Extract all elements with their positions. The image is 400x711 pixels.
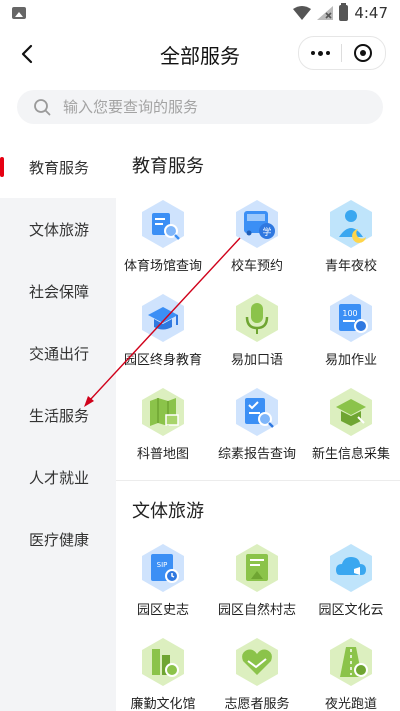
service-content: 教育服务 体育场馆查询 学 校车预约 青年夜校 园区终身教育 易加口语 100 …: [116, 136, 400, 711]
image-notification-icon: [12, 7, 26, 19]
status-icons: 4:47: [293, 3, 388, 22]
microphone-icon: [236, 294, 278, 342]
service-park-history[interactable]: SIP 园区史志: [116, 543, 210, 637]
sidebar-item-healthcare[interactable]: 医疗健康: [0, 508, 116, 570]
service-freshman-info[interactable]: 新生信息采集: [304, 387, 398, 481]
student-info-icon: [330, 388, 372, 436]
service-lifelong-education[interactable]: 园区终身教育: [116, 293, 210, 387]
service-label: 园区自然村志: [217, 603, 296, 618]
service-stadium-query[interactable]: 体育场馆查询: [116, 199, 210, 293]
sidebar-item-culture-tourism[interactable]: 文体旅游: [0, 198, 116, 260]
service-oral-english[interactable]: 易加口语: [210, 293, 304, 387]
sidebar-item-social-security[interactable]: 社会保障: [0, 260, 116, 322]
service-label: 园区终身教育: [123, 353, 202, 368]
service-label: 园区文化云: [318, 603, 384, 618]
service-label: 易加口语: [230, 353, 283, 368]
report-search-icon: [236, 388, 278, 436]
sidebar-item-life-services[interactable]: 生活服务: [0, 384, 116, 446]
service-science-map[interactable]: 科普地图: [116, 387, 210, 481]
section-title-education: 教育服务: [132, 156, 204, 177]
service-label: 体育场馆查询: [123, 259, 202, 274]
service-label: 廉勤文化馆: [130, 697, 196, 711]
sidebar-item-education[interactable]: 教育服务: [0, 136, 116, 198]
badge-text: SIP: [157, 561, 168, 569]
search-area: [0, 80, 400, 136]
no-signal-icon: [317, 6, 334, 20]
sidebar-item-label: 交通出行: [29, 344, 90, 363]
school-bus-icon: 学: [236, 200, 278, 248]
service-culture-cloud[interactable]: 园区文化云: [304, 543, 398, 637]
mini-program-capsule: [298, 36, 386, 70]
sidebar-item-label: 教育服务: [29, 158, 90, 177]
sidebar-item-employment[interactable]: 人才就业: [0, 446, 116, 508]
service-volunteer[interactable]: 志愿者服务: [210, 637, 304, 711]
handshake-icon: [236, 638, 278, 686]
service-homework[interactable]: 100 易加作业: [304, 293, 398, 387]
stadium-search-icon: [142, 200, 184, 248]
status-time: 4:47: [354, 4, 388, 22]
status-bar: 4:47: [0, 0, 400, 28]
service-school-bus[interactable]: 学 校车预约: [210, 199, 304, 293]
history-book-icon: SIP: [142, 544, 184, 592]
service-label: 志愿者服务: [224, 697, 290, 711]
section-divider: [116, 480, 400, 481]
search-input[interactable]: [61, 97, 365, 117]
sidebar-item-label: 文体旅游: [29, 220, 90, 239]
sidebar-item-transportation[interactable]: 交通出行: [0, 322, 116, 384]
battery-icon: [339, 3, 349, 21]
search-bar[interactable]: [17, 90, 383, 124]
service-integrity-museum[interactable]: 廉勤文化馆: [116, 637, 210, 711]
more-button[interactable]: [299, 37, 341, 69]
more-dots-icon: [310, 51, 315, 55]
night-school-icon: [330, 200, 372, 248]
wifi-icon: [293, 6, 312, 20]
category-sidebar: 教育服务 文体旅游 社会保障 交通出行 生活服务 人才就业 医疗健康: [0, 136, 116, 711]
service-label: 校车预约: [230, 259, 283, 274]
graduation-cap-icon: [142, 294, 184, 342]
target-circle-icon: [354, 44, 372, 62]
sidebar-item-label: 生活服务: [29, 406, 90, 425]
badge-text: 100: [342, 309, 357, 318]
homework-icon: 100: [330, 294, 372, 342]
service-label: 科普地图: [136, 447, 189, 462]
service-youth-night-school[interactable]: 青年夜校: [304, 199, 398, 293]
service-label: 综素报告查询: [217, 447, 296, 462]
building-icon: [142, 638, 184, 686]
map-icon: [142, 388, 184, 436]
culture-cloud-icon: [330, 544, 372, 592]
service-label: 园区史志: [136, 603, 189, 618]
sidebar-item-label: 社会保障: [29, 282, 90, 301]
sidebar-item-label: 医疗健康: [29, 530, 90, 549]
service-label: 青年夜校: [324, 259, 377, 274]
service-label: 夜光跑道: [324, 697, 377, 711]
service-night-runway[interactable]: 夜光跑道: [304, 637, 398, 711]
sidebar-item-label: 人才就业: [29, 468, 90, 487]
section-title-culture-tourism: 文体旅游: [132, 501, 204, 522]
badge-text: 学: [262, 226, 271, 238]
close-mini-program-button[interactable]: [342, 37, 384, 69]
running-track-icon: [330, 638, 372, 686]
navigation-header: 全部服务: [0, 28, 400, 80]
more-dot: [317, 50, 323, 56]
service-label: 新生信息采集: [311, 447, 390, 462]
more-dot: [325, 51, 330, 55]
village-record-icon: [236, 544, 278, 592]
service-quality-report[interactable]: 综素报告查询: [210, 387, 304, 481]
search-icon: [34, 99, 51, 116]
service-label: 易加作业: [324, 353, 377, 368]
service-village-records[interactable]: 园区自然村志: [210, 543, 304, 637]
